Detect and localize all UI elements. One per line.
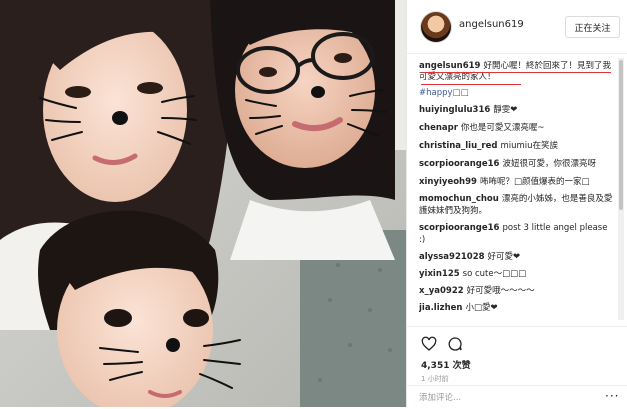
scrollbar-thumb[interactable] — [619, 60, 623, 210]
post-username[interactable]: angelsun619 — [459, 19, 524, 30]
list-item: christina_liu_red miumiu在笑誒 — [419, 140, 615, 152]
post-photo[interactable] — [0, 0, 406, 407]
caption-hashtag[interactable]: #happy□□ — [419, 87, 615, 99]
comment-username[interactable]: xinyiyeoh99 — [419, 177, 477, 187]
list-item: alyssa921028 好可愛❤ — [419, 251, 615, 263]
comment-username[interactable]: yixin125 — [419, 269, 460, 279]
list-item: xinyiyeoh99 咘咘呢？□颜值爆表的一家□ — [419, 176, 615, 188]
comment-text: 靜雯❤ — [493, 105, 518, 115]
comments-scrollbar[interactable] — [618, 58, 624, 320]
comment-text: 好可愛❤ — [487, 252, 521, 262]
list-item: scorpioorange16 波妞很可愛，你很漂亮呀 — [419, 158, 615, 170]
comment-username[interactable]: momochun_chou — [419, 194, 499, 204]
instagram-post: angelsun619 正在关注 angelsun619 好開心喔！終於回來了！見… — [0, 0, 627, 407]
family-selfie-image — [0, 0, 406, 407]
following-button[interactable]: 正在关注 — [565, 16, 620, 38]
post-sidebar: angelsun619 正在关注 angelsun619 好開心喔！終於回來了！見… — [406, 0, 627, 407]
comment-username[interactable]: x_ya0922 — [419, 286, 464, 296]
list-item: jia.lizhen 小□愛❤ — [419, 302, 615, 314]
likes-count[interactable]: 4,351 次赞 — [421, 358, 471, 371]
comment-username[interactable]: jia.lizhen — [419, 303, 462, 313]
list-item: yixin125 so cute～□□□ — [419, 268, 615, 280]
comment-text: 波妞很可愛，你很漂亮呀 — [502, 159, 596, 169]
post-timestamp: 1 小时前 — [421, 375, 449, 383]
comment-text: 小□愛❤ — [465, 303, 498, 313]
comments-list: angelsun619 好開心喔！終於回來了！見到了我可愛又漂亮的家人！ #hap… — [407, 60, 617, 326]
caption-username[interactable]: angelsun619 — [419, 61, 480, 71]
heart-icon[interactable] — [421, 336, 437, 352]
comment-text: miumiu在笑誒 — [500, 141, 559, 151]
list-item: scorpioorange16 post 3 little angel pleas… — [419, 222, 615, 246]
more-options-icon[interactable]: ··· — [605, 390, 619, 402]
caption-underline-1 — [421, 72, 611, 73]
comment-icon[interactable] — [447, 336, 463, 352]
post-actions: 4,351 次赞 1 小时前 ··· — [407, 326, 627, 408]
comment-username[interactable]: huiyinglulu316 — [419, 105, 490, 115]
list-item: huiyinglulu316 靜雯❤ — [419, 104, 615, 116]
list-item: x_ya0922 好可愛哦～～～～ — [419, 285, 615, 297]
avatar[interactable] — [421, 12, 451, 42]
post-header: angelsun619 正在关注 — [407, 0, 627, 54]
hashtag-link[interactable]: #happy□□ — [419, 88, 469, 98]
comment-text: 你也是可愛又漂亮喔~ — [460, 123, 545, 133]
comment-username[interactable]: chenapr — [419, 123, 458, 133]
add-comment-bar: ··· — [407, 385, 627, 409]
comment-username[interactable]: scorpioorange16 — [419, 223, 499, 233]
comment-text: 好可愛哦～～～～ — [466, 286, 535, 296]
comment-text: so cute～□□□ — [462, 269, 527, 279]
comment-username[interactable]: scorpioorange16 — [419, 159, 499, 169]
list-item: chenapr 你也是可愛又漂亮喔~ — [419, 122, 615, 134]
list-item: momochun_chou 漂亮的小姊姊，也是善良及愛護妹妹們及狗狗。 — [419, 193, 615, 217]
comment-username[interactable]: alyssa921028 — [419, 252, 485, 262]
caption-underline-2 — [421, 84, 521, 85]
add-comment-input[interactable] — [417, 390, 591, 406]
comment-text: 咘咘呢？□颜值爆表的一家□ — [479, 177, 590, 187]
comment-username[interactable]: christina_liu_red — [419, 141, 497, 151]
